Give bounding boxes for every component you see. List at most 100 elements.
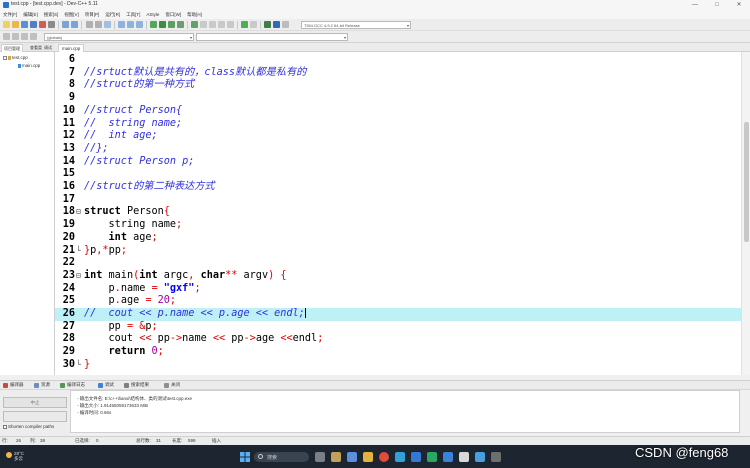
menu-project[interactable]: 项目[P] bbox=[82, 10, 103, 19]
code-line[interactable]: 21 └}p,*pp; bbox=[55, 245, 741, 258]
menu-tools[interactable]: 工具[T] bbox=[123, 10, 143, 19]
code-line[interactable]: 9 bbox=[55, 92, 741, 105]
code-line[interactable]: 20 int age; bbox=[55, 232, 741, 245]
close-window-button[interactable]: ✕ bbox=[728, 0, 750, 10]
maximize-button[interactable]: □ bbox=[706, 0, 728, 10]
fold-toggle-icon[interactable]: ⊟ bbox=[76, 270, 81, 283]
grid-icon[interactable] bbox=[218, 21, 225, 28]
code-line[interactable]: 30 └} bbox=[55, 359, 741, 372]
code-line[interactable]: 15 bbox=[55, 168, 741, 181]
edge-icon[interactable] bbox=[395, 452, 405, 462]
abort-compile-button[interactable]: 中止 bbox=[3, 397, 67, 408]
add-file-icon[interactable] bbox=[127, 21, 134, 28]
chrome-icon[interactable] bbox=[379, 452, 389, 462]
tab-resources[interactable]: 资源 bbox=[34, 382, 50, 388]
code-line[interactable]: 26 // cout << p.name << p.age << endl; bbox=[55, 308, 741, 321]
menu-help[interactable]: 帮助[H] bbox=[184, 10, 205, 19]
app-icon[interactable] bbox=[491, 452, 501, 462]
check-mark-icon[interactable] bbox=[241, 21, 248, 28]
teams-icon[interactable] bbox=[347, 452, 357, 462]
code-line[interactable]: 13 //}; bbox=[55, 143, 741, 156]
menu-window[interactable]: 窗口[W] bbox=[162, 10, 184, 19]
code-line[interactable]: 23 ⊟ int main(int argc, char** argv) { bbox=[55, 270, 741, 283]
code-line[interactable]: 24 p.name = "gxf"; bbox=[55, 283, 741, 296]
menu-file[interactable]: 文件[F] bbox=[0, 10, 20, 19]
profile-icon[interactable] bbox=[200, 21, 207, 28]
menu-view[interactable]: 视图[V] bbox=[61, 10, 82, 19]
toggle-bookmark-icon[interactable] bbox=[12, 33, 19, 40]
undo-icon[interactable] bbox=[62, 21, 69, 28]
scrollbar-thumb[interactable] bbox=[744, 122, 749, 242]
save-all-icon[interactable] bbox=[30, 21, 37, 28]
tab-debug[interactable]: 调试 bbox=[42, 44, 54, 52]
redo-icon[interactable] bbox=[71, 21, 78, 28]
code-line[interactable]: 22 bbox=[55, 257, 741, 270]
check-syntax-icon[interactable] bbox=[209, 21, 216, 28]
code-line[interactable]: 17 bbox=[55, 194, 741, 207]
open-folder-icon[interactable] bbox=[12, 21, 19, 28]
tab-search-results[interactable]: 搜索结果 bbox=[124, 382, 149, 388]
tab-close[interactable]: 关闭 bbox=[164, 382, 180, 388]
editor-tab-main-cpp[interactable]: main.cpp bbox=[58, 44, 85, 52]
minimize-button[interactable]: — bbox=[684, 0, 706, 10]
checkbox-box[interactable] bbox=[3, 424, 7, 429]
debug-icon[interactable] bbox=[191, 21, 198, 28]
menu-search[interactable]: 搜索[S] bbox=[41, 10, 62, 19]
rebuild-icon[interactable] bbox=[177, 21, 184, 28]
code-line[interactable]: 18 ⊟ struct Person{ bbox=[55, 206, 741, 219]
qq-icon[interactable] bbox=[443, 452, 453, 462]
menu-edit[interactable]: 编辑[E] bbox=[20, 10, 41, 19]
devcpp-taskbar-icon[interactable] bbox=[459, 452, 469, 462]
new-project-icon[interactable] bbox=[118, 21, 125, 28]
code-line[interactable]: 19 string name; bbox=[55, 219, 741, 232]
store-icon[interactable] bbox=[411, 452, 421, 462]
goto-bookmark-icon[interactable] bbox=[21, 33, 28, 40]
options-icon[interactable] bbox=[282, 21, 289, 28]
insert-icon[interactable] bbox=[3, 33, 10, 40]
compile-run-icon[interactable] bbox=[168, 21, 175, 28]
tab-compiler[interactable]: 编译器 bbox=[3, 382, 24, 388]
print-icon[interactable] bbox=[48, 21, 55, 28]
task-view-icon[interactable] bbox=[315, 452, 325, 462]
weather-widget[interactable]: 28°C 多云 bbox=[6, 451, 24, 461]
code-line[interactable]: 29 return 0; bbox=[55, 346, 741, 359]
remove-file-icon[interactable] bbox=[136, 21, 143, 28]
tab-compile-log[interactable]: 编译日志 bbox=[60, 382, 85, 388]
indent-icon[interactable] bbox=[30, 33, 37, 40]
menu-run[interactable]: 运行[R] bbox=[102, 10, 123, 19]
code-line[interactable]: 12 // int age; bbox=[55, 130, 741, 143]
new-file-icon[interactable] bbox=[3, 21, 10, 28]
class-browser-icon[interactable] bbox=[264, 21, 271, 28]
wechat-icon[interactable] bbox=[427, 452, 437, 462]
run-icon[interactable] bbox=[159, 21, 166, 28]
code-line[interactable]: 16 //struct的第二种表达方式 bbox=[55, 181, 741, 194]
layout-icon[interactable] bbox=[227, 21, 234, 28]
function-select[interactable]: ▾ bbox=[196, 33, 348, 41]
code-line[interactable]: 14 //struct Person p; bbox=[55, 156, 741, 169]
code-line[interactable]: 25 p.age = 20; bbox=[55, 295, 741, 308]
code-line[interactable]: 28 cout << pp->name << pp->age <<endl; bbox=[55, 333, 741, 346]
settings-icon[interactable] bbox=[475, 452, 485, 462]
find-icon[interactable] bbox=[86, 21, 93, 28]
stop-icon[interactable] bbox=[250, 21, 257, 28]
close-file-icon[interactable] bbox=[39, 21, 46, 28]
windows-start-icon[interactable] bbox=[240, 452, 250, 462]
tab-debug-output[interactable]: 调试 bbox=[98, 382, 114, 388]
save-icon[interactable] bbox=[21, 21, 28, 28]
taskbar-search[interactable]: 搜索 bbox=[254, 452, 309, 462]
tab-project[interactable]: 项目管理 bbox=[1, 44, 23, 52]
code-editor[interactable]: 6 7 //srtuct默认是共有的，class默认都是私有的 8 //struct的第… bbox=[55, 52, 741, 375]
editor-vertical-scrollbar[interactable] bbox=[741, 52, 750, 375]
collapse-icon[interactable] bbox=[3, 55, 7, 60]
code-line[interactable]: 7 //srtuct默认是共有的，class默认都是私有的 bbox=[55, 67, 741, 80]
code-line[interactable]: 6 bbox=[55, 54, 741, 67]
scope-select[interactable]: (globals) ▾ bbox=[44, 33, 194, 41]
project-tree-root[interactable]: test.cpp bbox=[3, 55, 28, 60]
file-explorer-icon[interactable] bbox=[363, 452, 373, 462]
watch-icon[interactable] bbox=[273, 21, 280, 28]
goto-line-icon[interactable] bbox=[104, 21, 111, 28]
fold-toggle-icon[interactable]: ⊟ bbox=[76, 206, 81, 219]
menu-astyle[interactable]: AStyle bbox=[143, 10, 162, 19]
compile-icon[interactable] bbox=[150, 21, 157, 28]
project-tree-file[interactable]: main.cpp bbox=[18, 63, 40, 68]
